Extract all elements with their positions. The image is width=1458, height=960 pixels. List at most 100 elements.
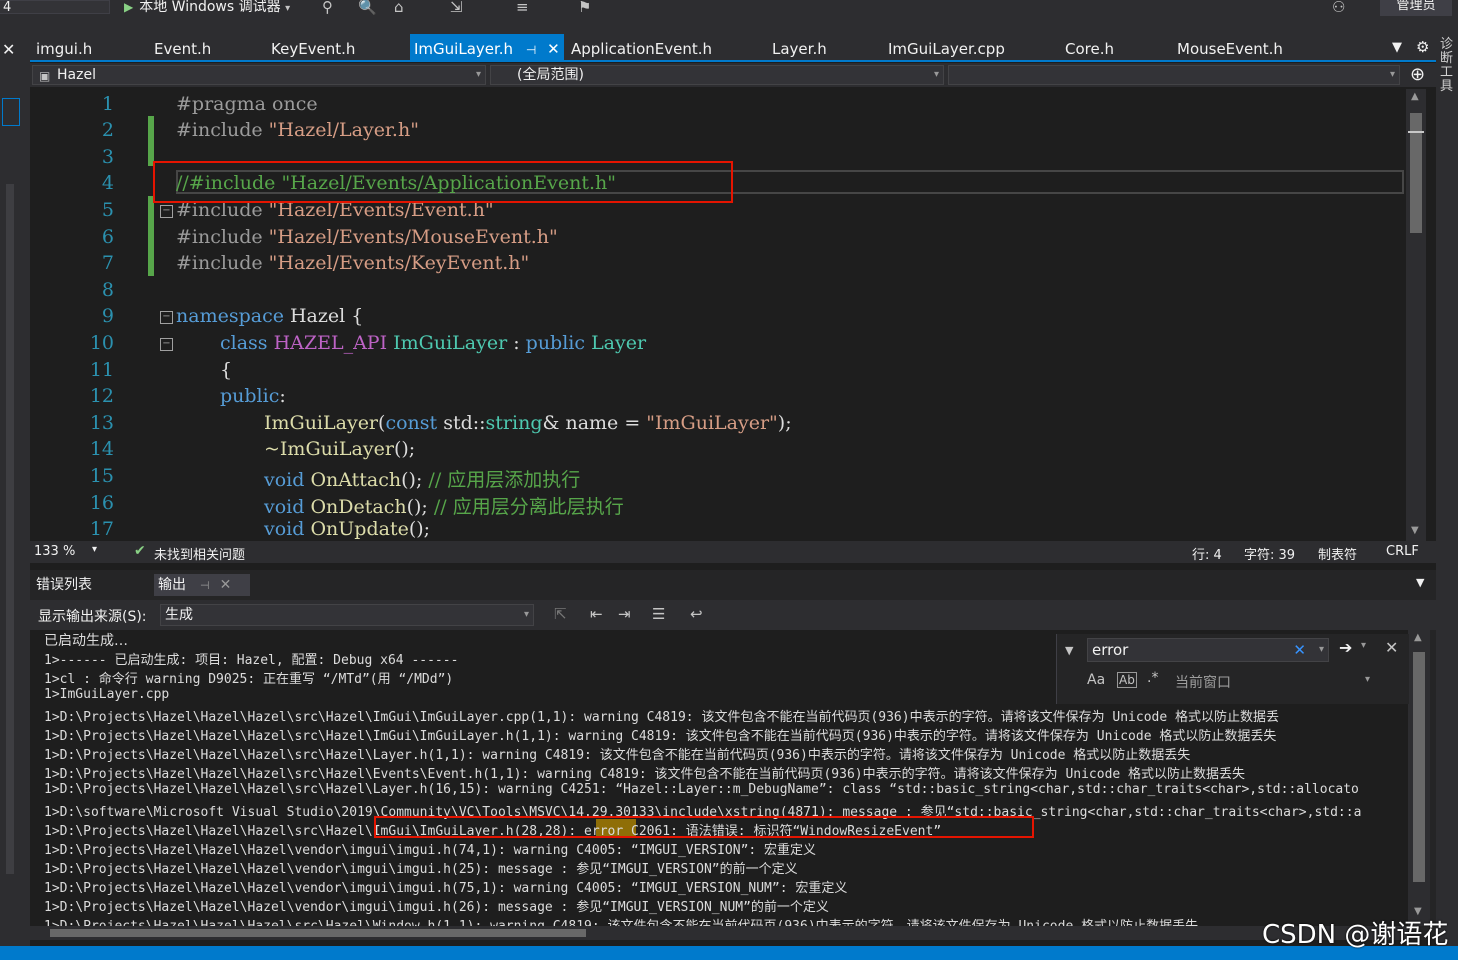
- find-widget: ▼ error ✕ ▾ ➔ ▾ ✕ Aa Ab .* 当前窗口 ▾: [1056, 634, 1409, 704]
- code-editor[interactable]: 1 2 3 4 5 6 7 8 9 10 11 12 13 14 15 16 1…: [30, 89, 1436, 541]
- live-share-icon[interactable]: ⚇: [1332, 0, 1345, 16]
- find-message-icon[interactable]: ⇱: [554, 605, 567, 623]
- member-dropdown[interactable]: ▾: [948, 65, 1400, 85]
- start-debugger-button[interactable]: ▶ 本地 Windows 调试器 ▾: [124, 0, 290, 16]
- cursor-char[interactable]: 字符: 39: [1244, 544, 1295, 563]
- output-hscrollbar[interactable]: [30, 926, 1408, 940]
- panel-menu-icon[interactable]: ▼: [1416, 576, 1424, 589]
- project-dropdown[interactable]: ▣ Hazel ▾: [32, 65, 486, 85]
- code-line: #include "Hazel/Layer.h": [176, 119, 419, 141]
- word-wrap-icon[interactable]: ↩: [690, 605, 703, 623]
- ide-status-bar: [0, 946, 1458, 960]
- platform-value: 4: [3, 0, 12, 14]
- go-next-icon[interactable]: ⇥: [618, 605, 631, 623]
- chevron-down-icon[interactable]: ▾: [92, 544, 97, 555]
- tab-label: Layer.h: [772, 40, 827, 58]
- pin-icon[interactable]: ⊣: [200, 579, 210, 592]
- scroll-thumb[interactable]: [1413, 652, 1425, 882]
- editor-scrollbar[interactable]: ▲ ▼: [1406, 89, 1426, 541]
- diagnostic-tools-tab[interactable]: 诊断工具: [1440, 38, 1454, 94]
- tab-applicationevent-h[interactable]: ApplicationEvent.h: [571, 34, 712, 62]
- code-line: #include "Hazel/Events/KeyEvent.h": [176, 252, 529, 274]
- bookmark-icon[interactable]: ⚑: [578, 0, 591, 16]
- tab-error-list[interactable]: 错误列表: [36, 574, 92, 596]
- cursor-line[interactable]: 行: 4: [1192, 544, 1222, 563]
- string-literal: "Hazel/Events/MouseEvent.h": [268, 226, 558, 248]
- close-icon[interactable]: ✕: [220, 577, 232, 593]
- home-icon[interactable]: ⌂: [394, 0, 404, 16]
- match-whole-word-icon[interactable]: Ab: [1117, 672, 1137, 688]
- scroll-down-icon[interactable]: ▼: [1411, 525, 1419, 536]
- chevron-down-icon: ▾: [475, 69, 481, 80]
- tab-output[interactable]: 输出 ⊣ ✕: [154, 574, 250, 596]
- line-ending[interactable]: CRLF: [1386, 544, 1419, 559]
- match-case-icon[interactable]: Aa: [1087, 672, 1105, 688]
- find-input[interactable]: error ✕ ▾: [1087, 638, 1329, 662]
- hscroll-thumb[interactable]: [50, 929, 586, 937]
- go-previous-icon[interactable]: ⇤: [590, 605, 603, 623]
- function-name: ~ImGuiLayer: [264, 438, 394, 460]
- chevron-down-icon[interactable]: ▾: [1365, 674, 1370, 685]
- tab-overflow-icon[interactable]: ▼: [1392, 40, 1402, 55]
- fold-toggle[interactable]: −: [160, 205, 173, 218]
- issues-status[interactable]: 未找到相关问题: [154, 544, 245, 563]
- line-number: 11: [89, 359, 114, 381]
- chevron-down-icon: ▾: [1389, 69, 1395, 80]
- gear-icon[interactable]: ⚙: [1416, 38, 1429, 56]
- keyword: public: [220, 385, 280, 407]
- output-line: 1>D:\Projects\Hazel\Hazel\Hazel\src\Haze…: [44, 748, 1191, 763]
- keyword: void: [264, 469, 305, 491]
- line-number: 5: [101, 199, 114, 221]
- chevron-down-icon[interactable]: ▾: [1319, 639, 1324, 661]
- tab-mouseevent-h[interactable]: MouseEvent.h: [1177, 34, 1283, 62]
- comment-icon[interactable]: ≡: [516, 0, 529, 16]
- admin-badge: 管理员: [1380, 0, 1452, 16]
- close-icon[interactable]: ✕: [2, 40, 15, 59]
- keyword: public: [525, 332, 586, 354]
- solution-platform-dropdown[interactable]: 4: [0, 0, 110, 14]
- find-scope[interactable]: 当前窗口: [1175, 672, 1231, 692]
- chevron-down-icon[interactable]: ▾: [1361, 640, 1366, 651]
- fold-toggle[interactable]: −: [160, 311, 173, 324]
- tab-keyevent-h[interactable]: KeyEvent.h: [271, 34, 355, 62]
- regex-icon[interactable]: .*: [1147, 670, 1158, 686]
- tab-layer-h[interactable]: Layer.h: [772, 34, 827, 62]
- fire-icon[interactable]: ⚲: [322, 0, 333, 16]
- find-in-files-icon[interactable]: 🔍: [358, 0, 377, 16]
- code-line: public:: [220, 385, 286, 407]
- toolbox-tab[interactable]: [2, 98, 20, 126]
- tab-event-h[interactable]: Event.h: [154, 34, 211, 62]
- scroll-up-icon[interactable]: ▲: [1414, 632, 1422, 643]
- line-number: 2: [101, 119, 114, 141]
- code-line: {: [220, 359, 232, 381]
- type-name: string: [485, 412, 543, 434]
- tab-imgui-h[interactable]: imgui.h: [36, 34, 92, 62]
- comment: // 应用层添加执行: [428, 469, 581, 491]
- output-source-dropdown[interactable]: 生成 ▾: [160, 604, 534, 626]
- tab-imguilayer-cpp[interactable]: ImGuiLayer.cpp: [888, 34, 1005, 62]
- fold-toggle[interactable]: −: [160, 338, 173, 351]
- line-number: 17: [89, 518, 114, 540]
- close-find-icon[interactable]: ✕: [1385, 638, 1398, 657]
- zoom-level[interactable]: 133 %: [34, 544, 75, 559]
- output-line: 1>D:\Projects\Hazel\Hazel\Hazel\src\Haze…: [44, 782, 1359, 797]
- step-icon[interactable]: ⇲: [450, 0, 463, 16]
- tab-core-h[interactable]: Core.h: [1065, 34, 1114, 62]
- output-scrollbar[interactable]: ▲ ▼: [1408, 630, 1430, 926]
- scroll-up-icon[interactable]: ▲: [1411, 91, 1419, 102]
- left-scrollbar[interactable]: [6, 184, 14, 874]
- keyword: namespace: [176, 305, 284, 327]
- active-tab-underline: [30, 60, 1436, 62]
- scope-dropdown[interactable]: (全局范围) ▾: [490, 65, 944, 85]
- close-tab-icon[interactable]: ✕: [547, 40, 560, 58]
- pin-icon[interactable]: ⊣: [526, 43, 536, 57]
- line-number: 10: [89, 332, 114, 354]
- clear-search-icon[interactable]: ✕: [1293, 639, 1306, 661]
- find-next-icon[interactable]: ➔: [1339, 638, 1352, 657]
- clear-all-icon[interactable]: ☰: [652, 605, 665, 623]
- chevron-down-icon[interactable]: ▼: [1065, 644, 1073, 657]
- tab-imguilayer-h[interactable]: ImGuiLayer.h ⊣ ✕: [410, 34, 564, 62]
- indent-mode[interactable]: 制表符: [1318, 544, 1357, 563]
- code-line: ImGuiLayer(const std::string& name = "Im…: [264, 412, 792, 434]
- split-icon[interactable]: ⊕: [1410, 64, 1425, 85]
